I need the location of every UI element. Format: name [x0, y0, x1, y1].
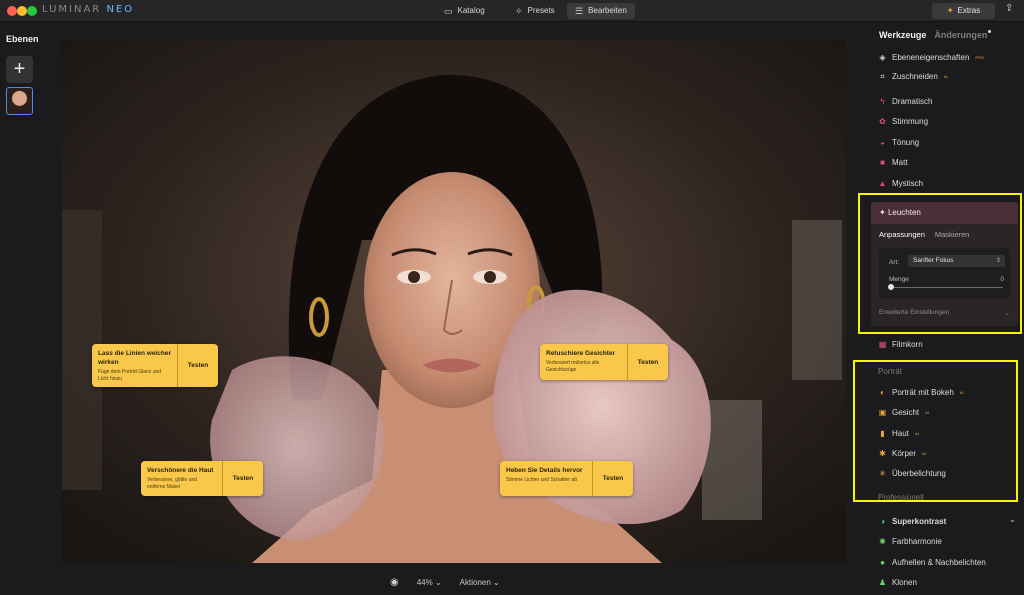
hint-card-text: Retuschiere Gesichter Verbessert mühelos…	[540, 344, 628, 380]
mystic-icon: ▲	[878, 178, 887, 188]
hint-card-title: Retuschiere Gesichter	[546, 350, 616, 357]
right-panel-tabs: Werkzeuge Änderungen	[879, 30, 992, 40]
edit-sliders-icon: ☰	[575, 6, 584, 16]
hint-card-text: Heben Sie Details hervor Stimme Lichter …	[500, 461, 593, 496]
harmony-icon: ✺	[879, 536, 886, 546]
tool-label: Aufhellen & Nachbelichten	[892, 557, 986, 567]
tool-superkontrast[interactable]: ◑ Superkontrast	[878, 515, 946, 527]
hint-card-desc: Verbessert mühelos alle Gesichtszüge	[546, 360, 600, 373]
tool-label: Farbharmonie	[892, 536, 942, 546]
share-icon[interactable]: ⇪	[1005, 3, 1013, 14]
tool-ebeneneigenschaften[interactable]: ◈ Ebeneneigenschaften PRO	[878, 51, 984, 63]
layers-title: Ebenen	[6, 34, 39, 44]
tool-label: Ebeneneigenschaften	[892, 52, 970, 62]
hint-card-test-button[interactable]: Testen	[223, 461, 263, 496]
tool-dramatisch[interactable]: ϟ Dramatisch	[878, 95, 932, 107]
tool-aufhellen[interactable]: ● Aufhellen & Nachbelichten	[878, 556, 986, 568]
maximize-window-button[interactable]	[27, 6, 37, 16]
bottom-toolbar: ◉ 44% ⌄ Aktionen ⌄	[390, 577, 500, 588]
nav-katalog[interactable]: ▭ Katalog	[436, 3, 493, 19]
extras-icon: ✦	[946, 6, 954, 15]
tool-matt[interactable]: ■ Matt	[878, 156, 908, 168]
tab-aenderungen-label: Änderungen	[934, 30, 988, 40]
tool-klonen[interactable]: ♟ Klonen	[878, 576, 917, 588]
crop-icon: ⌗	[880, 71, 885, 81]
tool-label: Tönung	[892, 137, 920, 147]
hint-card-soften: Lass die Linien weicher wirken Füge dem …	[92, 344, 218, 387]
highlight-box-leuchten	[858, 193, 1022, 334]
hint-card-test-button[interactable]: Testen	[628, 344, 668, 380]
hint-card-desc: Füge dem Porträt Glanz und Licht hinzu	[98, 369, 162, 382]
hint-card-title: Lass die Linien weicher wirken	[98, 350, 171, 366]
layer-thumbnail[interactable]	[6, 87, 33, 115]
matte-icon: ■	[880, 157, 885, 167]
tool-stimmung[interactable]: ✿ Stimmung	[878, 115, 928, 127]
hint-card-details: Heben Sie Details hervor Stimme Lichter …	[500, 461, 633, 496]
tool-label: Matt	[892, 157, 908, 167]
layers-icon: ◈	[879, 52, 886, 62]
hint-card-title: Heben Sie Details hervor	[506, 467, 583, 474]
clone-icon: ♟	[878, 577, 887, 587]
mood-icon: ✿	[879, 116, 886, 126]
contrast-icon: ◑	[880, 516, 885, 526]
hint-card-desc: Stimme Lichter und Schatten ab	[506, 477, 578, 483]
tool-farbharmonie[interactable]: ✺ Farbharmonie	[878, 535, 942, 547]
extras-button[interactable]: ✦ Extras	[932, 3, 995, 19]
close-window-button[interactable]	[7, 6, 17, 16]
changes-dot-icon	[988, 30, 992, 33]
hint-card-test-button[interactable]: Testen	[593, 461, 633, 496]
chevron-down-icon[interactable]: ⌄	[1009, 515, 1016, 524]
tool-label: Mystisch	[892, 178, 924, 188]
hint-card-test-button[interactable]: Testen	[178, 344, 218, 387]
tool-zuschneiden[interactable]: ⌗ Zuschneiden AI	[878, 70, 948, 82]
tool-label: Superkontrast	[892, 516, 947, 526]
hint-card-title: Verschönere die Haut	[147, 467, 214, 474]
tool-filmkorn[interactable]: ▦ Filmkorn	[878, 338, 923, 350]
nav-bearbeiten[interactable]: ☰ Bearbeiten	[567, 3, 635, 19]
tool-label: Dramatisch	[892, 96, 933, 106]
tool-label: Klonen	[892, 577, 917, 587]
tool-mystisch[interactable]: ▲ Mystisch	[878, 177, 924, 189]
highlight-box-portrait	[853, 360, 1018, 502]
nav-katalog-label: Katalog	[457, 6, 485, 15]
hint-card-desc: Verbessere, glätte und entferne Makel	[147, 477, 198, 490]
title-bar: LUMINAR NEO ▭ Katalog ✧ Presets ☰ Bearbe…	[0, 0, 1024, 22]
hint-card-text: Verschönere die Haut Verbessere, glätte …	[141, 461, 223, 496]
film-grain-icon: ▦	[878, 339, 887, 349]
tab-werkzeuge[interactable]: Werkzeuge	[879, 30, 926, 40]
tool-label: Filmkorn	[892, 339, 923, 349]
presets-icon: ✧	[515, 6, 523, 16]
dodge-icon: ●	[880, 557, 885, 567]
hint-card-text: Lass die Linien weicher wirken Füge dem …	[92, 344, 178, 387]
tool-label: Zuschneiden	[892, 71, 938, 81]
minimize-window-button[interactable]	[17, 6, 27, 16]
eye-icon[interactable]: ◉	[390, 577, 399, 588]
photo-canvas[interactable]: Lass die Linien weicher wirken Füge dem …	[62, 40, 846, 563]
hint-card-skin: Verschönere die Haut Verbessere, glätte …	[141, 461, 263, 496]
lightning-icon: ϟ	[880, 96, 885, 106]
app-logo: LUMINAR NEO	[42, 4, 135, 15]
toning-icon: ◒	[880, 137, 885, 147]
tool-toenung[interactable]: ◒ Tönung	[878, 136, 919, 148]
catalog-icon: ▭	[444, 6, 453, 16]
zoom-dropdown[interactable]: 44% ⌄	[417, 578, 442, 587]
ai-badge: AI	[943, 73, 948, 79]
add-layer-button[interactable]: +	[6, 56, 33, 83]
nav-presets[interactable]: ✧ Presets	[507, 3, 563, 19]
hint-card-retouch-faces: Retuschiere Gesichter Verbessert mühelos…	[540, 344, 668, 380]
extras-label: Extras	[957, 6, 981, 15]
nav-bearbeiten-label: Bearbeiten	[588, 6, 627, 15]
nav-presets-label: Presets	[527, 6, 555, 15]
tool-label: Stimmung	[892, 116, 929, 126]
tab-aenderungen[interactable]: Änderungen	[934, 30, 992, 40]
actions-dropdown[interactable]: Aktionen ⌄	[460, 578, 500, 587]
pro-badge: PRO	[975, 54, 985, 60]
